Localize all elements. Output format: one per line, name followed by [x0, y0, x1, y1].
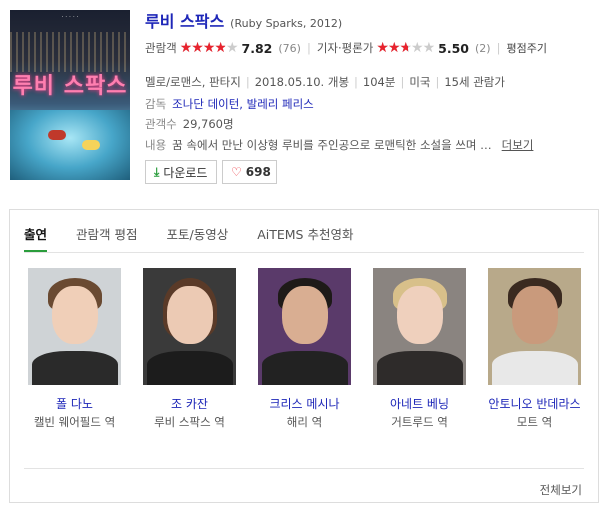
audience-rating-count: (76)	[278, 41, 301, 55]
critic-rating-label: 기자·평론가	[316, 41, 374, 55]
actor-role: 모트 역	[516, 415, 553, 429]
poster-title: 루비 스팍스	[12, 74, 128, 99]
audience-count: 29,760명	[182, 117, 234, 131]
poster-pool	[10, 110, 130, 180]
cast-divider	[24, 468, 584, 469]
rating-row: 관람객 ★★★★★★★★★★ 7.82 (76) | 기자·평론가 ★★★★★★…	[145, 40, 547, 56]
rate-link[interactable]: 평점주기	[506, 40, 546, 56]
cast-list: 폴 다노 캘빈 웨어필드 역 조 카잔 루비 스팍스 역 크리스 메시나 해리 …	[28, 268, 581, 430]
tab-divider	[24, 252, 584, 253]
movie-original-title: (Ruby Sparks, 2012)	[230, 17, 343, 30]
actor-role: 캘빈 웨어필드 역	[33, 415, 116, 429]
actor-photo[interactable]	[28, 268, 121, 385]
critic-star-rating: ★★★★★★★★★★	[376, 40, 435, 56]
cast-item[interactable]: 크리스 메시나 해리 역	[258, 268, 351, 430]
director-row: 감독 조나단 데이턴, 발레리 페리스	[145, 96, 314, 112]
movie-detail-panel: 출연 관람객 평점 포토/동영상 AiTEMS 추천영화 폴 다노 캘빈 웨어필…	[9, 209, 599, 503]
age-rating: 15세 관람가	[444, 75, 505, 89]
heart-icon: ♡	[231, 165, 242, 179]
like-button[interactable]: ♡ 698	[222, 160, 277, 184]
country[interactable]: 미국	[409, 74, 430, 90]
divider: |	[306, 41, 311, 55]
like-count: 698	[245, 165, 271, 179]
movie-poster[interactable]: · · · · · 루비 스팍스	[10, 10, 130, 180]
plot-summary: 꿈 속에서 만난 이상형 루비를 주인공으로 로맨틱한 소설을 쓰며 …	[172, 138, 492, 152]
tab-photo-video[interactable]: 포토/동영상	[167, 218, 229, 252]
critic-rating-count: (2)	[475, 41, 491, 55]
download-icon: ⤓	[154, 164, 160, 179]
actor-name[interactable]: 안토니오 반데라스	[488, 397, 581, 412]
download-button[interactable]: ⤓ 다운로드	[145, 160, 217, 184]
cast-item[interactable]: 폴 다노 캘빈 웨어필드 역	[28, 268, 121, 430]
actor-name[interactable]: 폴 다노	[28, 397, 121, 412]
release-date: 2018.05.10. 개봉	[254, 75, 350, 89]
cast-item[interactable]: 안토니오 반데라스 모트 역	[488, 268, 581, 430]
actor-name[interactable]: 조 카잔	[143, 397, 236, 412]
more-link[interactable]: 더보기	[502, 137, 534, 153]
audience-count-label: 관객수	[145, 117, 177, 131]
see-all-link[interactable]: 전체보기	[540, 482, 582, 498]
movie-meta: 멜로/로맨스, 판타지 | 2018.05.10. 개봉 | 104분 | 미국…	[145, 74, 505, 90]
audience-star-rating: ★★★★★★★★★★	[179, 40, 239, 56]
actor-role: 루비 스팍스 역	[154, 415, 225, 429]
movie-title[interactable]: 루비 스팍스	[145, 8, 224, 32]
divider: |	[496, 41, 501, 55]
plot-label: 내용	[145, 138, 167, 152]
poster-city-lights	[10, 32, 130, 72]
divider: |	[435, 75, 440, 89]
actor-photo[interactable]	[373, 268, 466, 385]
divider: |	[400, 75, 405, 89]
audience-score: 7.82	[241, 40, 273, 56]
actor-photo[interactable]	[143, 268, 236, 385]
actor-role: 거트루드 역	[391, 415, 448, 429]
poster-figure	[82, 140, 100, 150]
tab-audience-reviews[interactable]: 관람객 평점	[76, 218, 137, 252]
actor-name[interactable]: 크리스 메시나	[258, 397, 351, 412]
tab-aitems-recommend[interactable]: AiTEMS 추천영화	[257, 218, 353, 252]
movie-info: 루비 스팍스 (Ruby Sparks, 2012)	[145, 8, 599, 32]
cast-item[interactable]: 아네트 베닝 거트루드 역	[373, 268, 466, 430]
actor-name[interactable]: 아네트 베닝	[373, 397, 466, 412]
divider: |	[354, 75, 358, 89]
download-label: 다운로드	[163, 165, 208, 180]
actor-photo[interactable]	[258, 268, 351, 385]
detail-tabs: 출연 관람객 평점 포토/동영상 AiTEMS 추천영화	[24, 218, 382, 252]
cast-item[interactable]: 조 카잔 루비 스팍스 역	[143, 268, 236, 430]
audience-rating-label: 관람객	[145, 41, 177, 55]
director-label: 감독	[145, 97, 167, 111]
tab-cast[interactable]: 출연	[24, 218, 48, 252]
critic-score: 5.50	[438, 40, 469, 56]
actor-photo[interactable]	[488, 268, 581, 385]
poster-credits: · · · · ·	[61, 14, 79, 21]
genre[interactable]: 멜로/로맨스, 판타지	[145, 74, 241, 90]
audience-count-row: 관객수 29,760명	[145, 116, 234, 132]
plot-row: 내용 꿈 속에서 만난 이상형 루비를 주인공으로 로맨틱한 소설을 쓰며 … …	[145, 137, 533, 153]
actor-role: 해리 역	[286, 415, 323, 429]
poster-figure	[48, 130, 66, 140]
director-links[interactable]: 조나단 데이턴, 발레리 페리스	[172, 96, 314, 112]
runtime: 104분	[362, 75, 396, 89]
divider: |	[245, 75, 250, 89]
